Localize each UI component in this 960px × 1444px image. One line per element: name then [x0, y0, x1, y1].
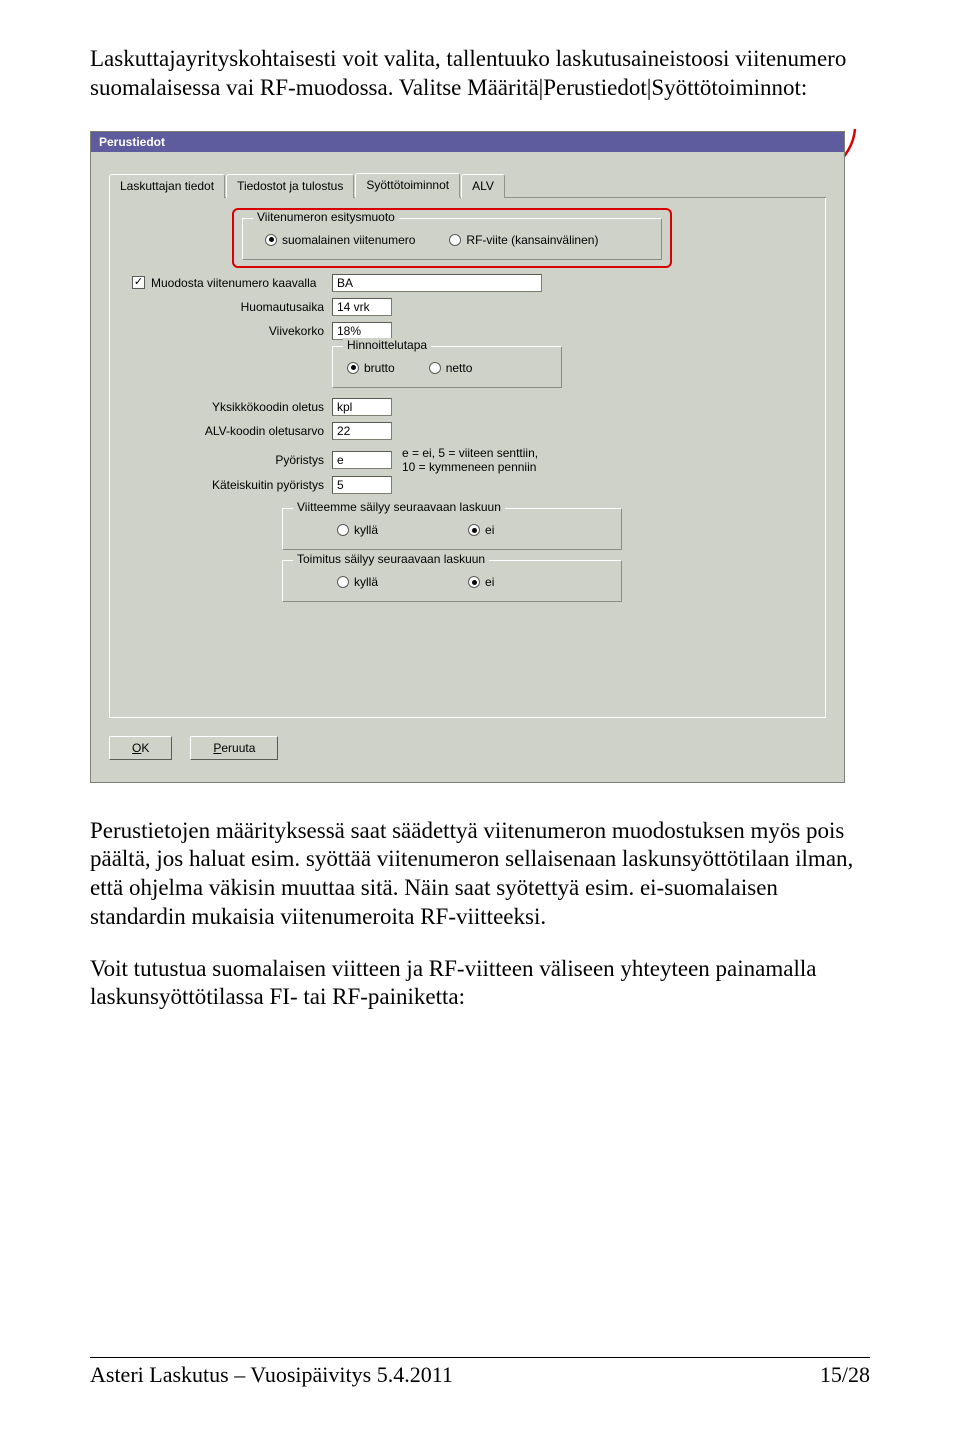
- input-pyoristys[interactable]: [332, 451, 392, 469]
- dialog-title: Perustiedot: [91, 132, 844, 152]
- radio-rf-viite[interactable]: RF-viite (kansainvälinen): [449, 233, 598, 247]
- label-viivekorko: Viivekorko: [132, 324, 332, 338]
- label-huomautusaika: Huomautusaika: [132, 300, 332, 314]
- radio-label: suomalainen viitenumero: [282, 233, 415, 247]
- radio-brutto[interactable]: brutto: [347, 361, 395, 375]
- checkbox-label: Muodosta viitenumero kaavalla: [151, 276, 316, 290]
- checkbox-muodosta-viitenumero[interactable]: [132, 276, 145, 289]
- radio-toimitus-ei[interactable]: ei: [468, 575, 494, 589]
- pyoristys-hint: e = ei, 5 = viiteen senttiin, 10 = kymme…: [402, 446, 538, 475]
- group-legend: Hinnoittelutapa: [343, 338, 431, 352]
- radio-label: RF-viite (kansainvälinen): [466, 233, 598, 247]
- tab-page: Viitenumeron esitysmuoto suomalainen vii…: [109, 198, 826, 718]
- radio-label: brutto: [364, 361, 395, 375]
- radio-label: ei: [485, 575, 494, 589]
- radio-label: kyllä: [354, 575, 378, 589]
- tab-strip: Laskuttajan tiedot Tiedostot ja tulostus…: [109, 172, 826, 198]
- radio-toimitus-kylla[interactable]: kyllä: [337, 575, 378, 589]
- radio-icon: [337, 524, 349, 536]
- tab-laskuttajan-tiedot[interactable]: Laskuttajan tiedot: [109, 174, 225, 198]
- tab-alv[interactable]: ALV: [461, 174, 505, 198]
- footer-page-number: 15/28: [820, 1362, 870, 1388]
- group-viitenumeron-esitysmuoto: Viitenumeron esitysmuoto suomalainen vii…: [242, 218, 662, 260]
- radio-icon: [468, 576, 480, 588]
- group-legend: Viitteemme säilyy seuraavaan laskuun: [293, 500, 505, 514]
- ok-button[interactable]: OK: [109, 736, 172, 760]
- radio-icon: [449, 234, 461, 246]
- footer-left: Asteri Laskutus – Vuosipäivitys 5.4.2011: [90, 1362, 453, 1388]
- input-yksikkokoodi[interactable]: [332, 398, 392, 416]
- tab-syottotoiminnot[interactable]: Syöttötoiminnot: [355, 173, 460, 198]
- input-alv-oletus[interactable]: [332, 422, 392, 440]
- input-kaava[interactable]: [332, 274, 542, 292]
- radio-suomalainen-viitenumero[interactable]: suomalainen viitenumero: [265, 233, 415, 247]
- after-paragraph-1: Perustietojen määrityksessä saat säädett…: [90, 817, 870, 932]
- group-hinnoittelutapa: Hinnoittelutapa brutto netto: [332, 346, 562, 388]
- radio-label: ei: [485, 523, 494, 537]
- group-viitteemme-sailyy: Viitteemme säilyy seuraavaan laskuun kyl…: [282, 508, 622, 550]
- radio-viitteemme-kylla[interactable]: kyllä: [337, 523, 378, 537]
- label-pyoristys: Pyöristys: [132, 453, 332, 467]
- group-toimitus-sailyy: Toimitus säilyy seuraavaan laskuun kyllä…: [282, 560, 622, 602]
- label-alv-oletus: ALV-koodin oletusarvo: [132, 424, 332, 438]
- radio-viitteemme-ei[interactable]: ei: [468, 523, 494, 537]
- radio-icon: [265, 234, 277, 246]
- radio-icon: [468, 524, 480, 536]
- input-kateiskuitti[interactable]: [332, 476, 392, 494]
- radio-netto[interactable]: netto: [429, 361, 473, 375]
- perustiedot-dialog: Perustiedot Laskuttajan tiedot Tiedostot…: [90, 131, 845, 783]
- cancel-button[interactable]: Peruuta: [190, 736, 278, 760]
- radio-label: kyllä: [354, 523, 378, 537]
- radio-icon: [337, 576, 349, 588]
- radio-icon: [429, 362, 441, 374]
- label-kateiskuitti: Käteiskuitin pyöristys: [132, 478, 332, 492]
- tab-tiedostot-ja-tulostus[interactable]: Tiedostot ja tulostus: [226, 174, 354, 198]
- radio-label: netto: [446, 361, 473, 375]
- group-legend: Toimitus säilyy seuraavaan laskuun: [293, 552, 489, 566]
- after-paragraph-2: Voit tutustua suomalaisen viitteen ja RF…: [90, 955, 870, 1013]
- group-legend: Viitenumeron esitysmuoto: [253, 210, 399, 224]
- intro-paragraph: Laskuttajayrityskohtaisesti voit valita,…: [90, 45, 870, 103]
- radio-icon: [347, 362, 359, 374]
- input-huomautusaika[interactable]: [332, 298, 392, 316]
- label-yksikkokoodi: Yksikkökoodin oletus: [132, 400, 332, 414]
